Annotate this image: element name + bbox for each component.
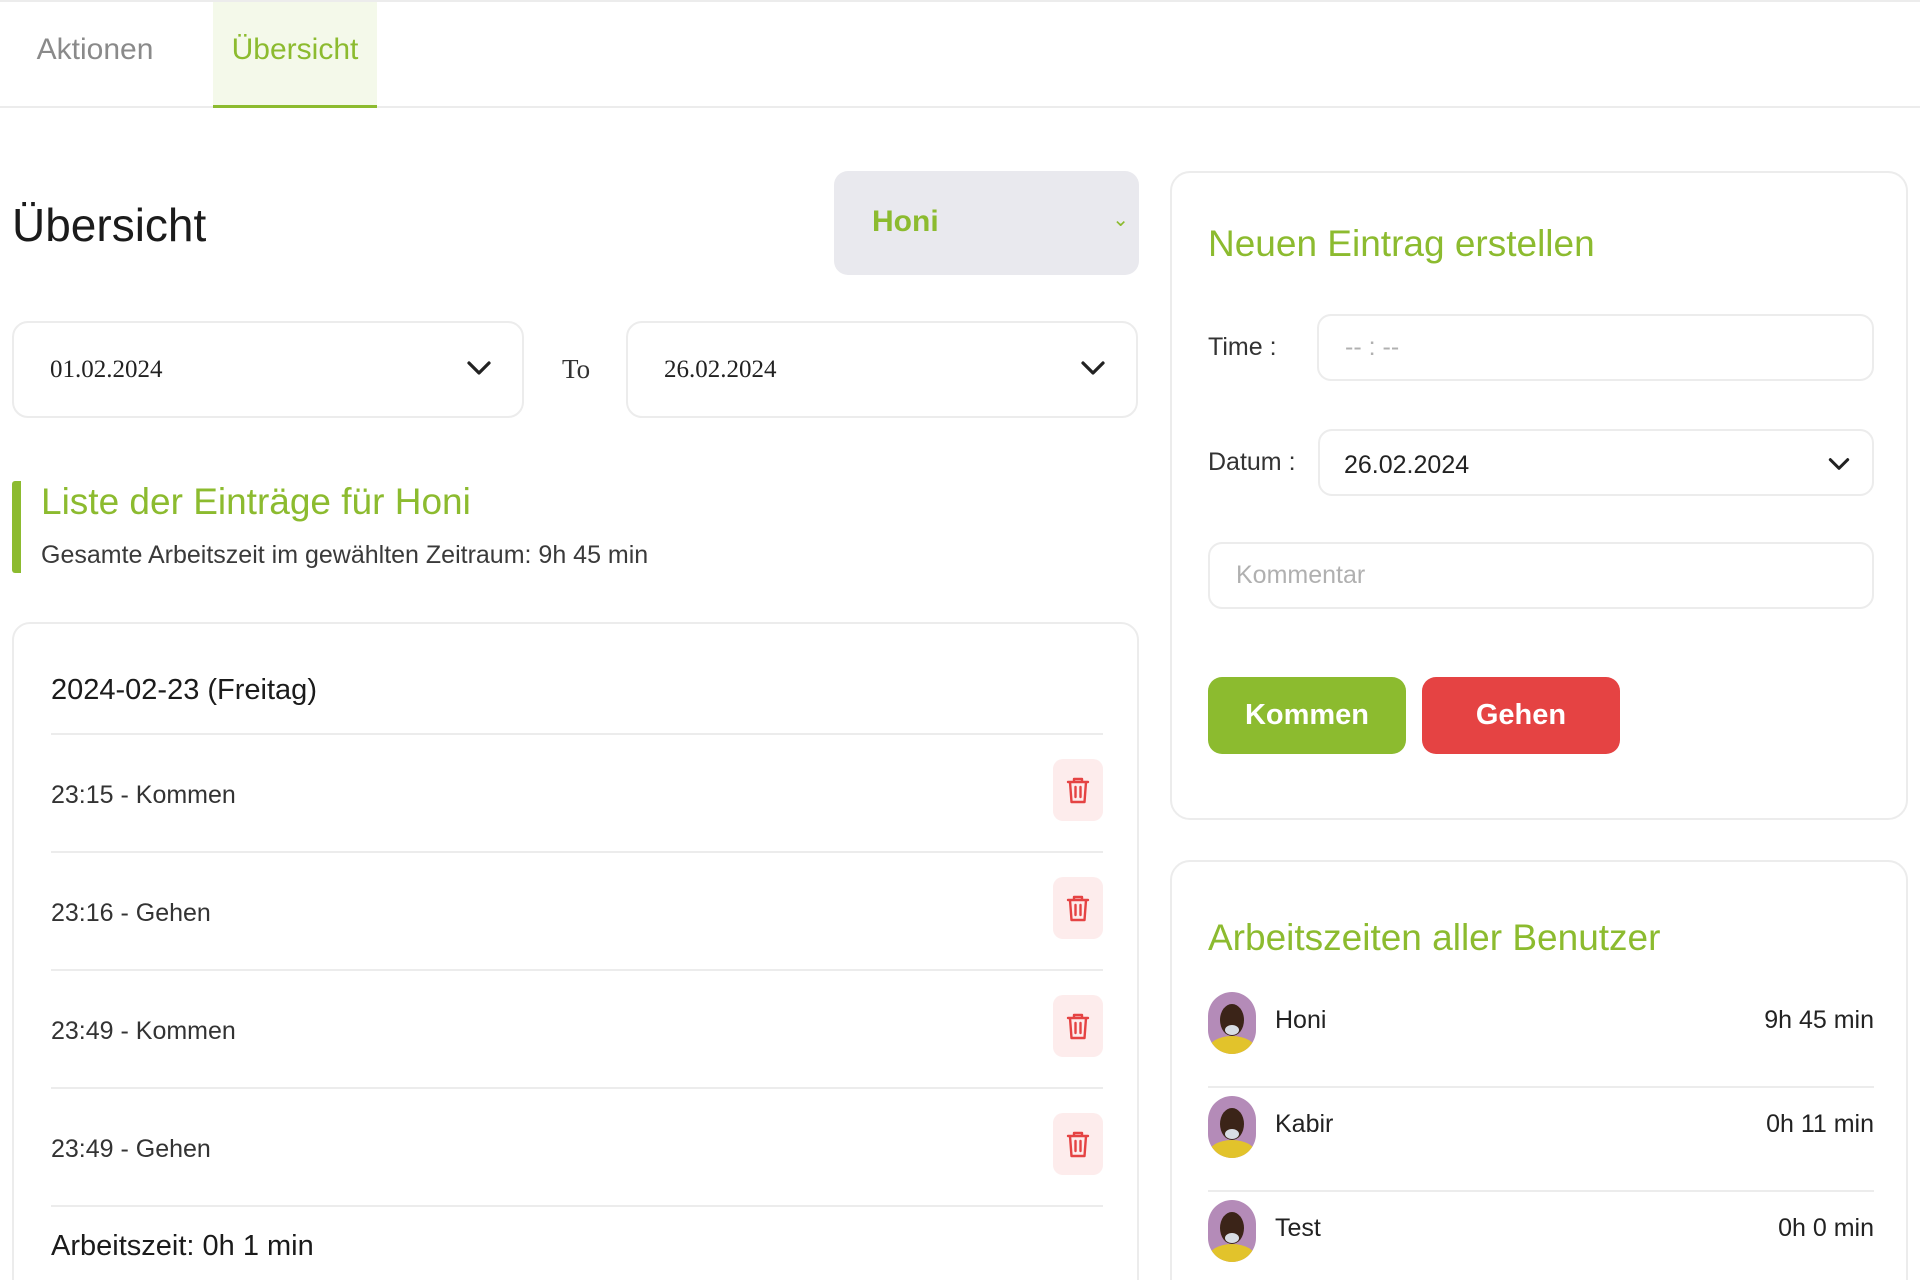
chevron-down-icon xyxy=(467,361,491,375)
time-label: Time : xyxy=(1208,333,1277,361)
user-name: Kabir xyxy=(1275,1110,1334,1138)
delete-entry-button[interactable] xyxy=(1053,995,1103,1057)
kommen-button[interactable]: Kommen xyxy=(1208,677,1406,754)
entry-text: 23:15 - Kommen xyxy=(51,781,236,809)
day-worktime: Arbeitszeit: 0h 1 min xyxy=(51,1230,314,1262)
trash-icon xyxy=(1066,895,1090,922)
date-from-value: 01.02.2024 xyxy=(50,356,163,383)
entries-card: 2024-02-23 (Freitag) 23:15 - Kommen 23:1… xyxy=(12,622,1139,1280)
trash-icon xyxy=(1066,1131,1090,1158)
user-row: Test 0h 0 min xyxy=(1208,1192,1874,1280)
entry-text: 23:49 - Kommen xyxy=(51,1017,236,1045)
date-to-value: 26.02.2024 xyxy=(664,356,777,383)
avatar xyxy=(1208,992,1256,1054)
user-name: Test xyxy=(1275,1214,1321,1242)
date-select[interactable]: 26.02.2024 xyxy=(1318,429,1874,496)
entries-list-title: Liste der Einträge für Honi xyxy=(41,481,471,522)
day-title: 2024-02-23 (Freitag) xyxy=(51,674,317,706)
new-entry-title: Neuen Eintrag erstellen xyxy=(1208,223,1595,264)
users-worktime-title: Arbeitszeiten aller Benutzer xyxy=(1208,917,1661,958)
date-to-select[interactable]: 26.02.2024 xyxy=(626,321,1138,418)
avatar xyxy=(1208,1200,1256,1262)
user-hours: 0h 11 min xyxy=(1766,1110,1874,1138)
delete-entry-button[interactable] xyxy=(1053,759,1103,821)
divider xyxy=(51,1205,1103,1207)
chevron-down-icon xyxy=(1081,361,1105,375)
user-hours: 0h 0 min xyxy=(1778,1214,1874,1242)
to-label: To xyxy=(562,354,591,384)
users-worktime-card: Arbeitszeiten aller Benutzer Honi 9h 45 … xyxy=(1170,860,1908,1280)
total-worktime-label: Gesamte Arbeitszeit im gewählten Zeitrau… xyxy=(41,541,649,569)
entry-text: 23:49 - Gehen xyxy=(51,1135,211,1163)
avatar xyxy=(1208,1096,1256,1158)
new-entry-card: Neuen Eintrag erstellen Time : Datum : 2… xyxy=(1170,171,1908,820)
user-row: Kabir 0h 11 min xyxy=(1208,1088,1874,1192)
entry-row: 23:16 - Gehen xyxy=(51,851,1103,969)
date-select-value: 26.02.2024 xyxy=(1344,451,1470,479)
user-name: Honi xyxy=(1275,1006,1327,1034)
trash-icon xyxy=(1066,777,1090,804)
delete-entry-button[interactable] xyxy=(1053,1113,1103,1175)
tab-bar: Aktionen Übersicht xyxy=(0,0,1920,108)
comment-input[interactable] xyxy=(1208,542,1874,609)
trash-icon xyxy=(1066,1013,1090,1040)
entries-list-header: Liste der Einträge für Honi Gesamte Arbe… xyxy=(12,481,1132,573)
chevron-down-icon: ⌄ xyxy=(1112,209,1129,231)
tab-aktionen[interactable]: Aktionen xyxy=(0,2,190,108)
user-select-value: Honi xyxy=(872,205,939,238)
page-title: Übersicht xyxy=(12,199,207,251)
user-row: Honi 9h 45 min xyxy=(1208,984,1874,1088)
entry-row: 23:49 - Gehen xyxy=(51,1087,1103,1205)
date-label: Datum : xyxy=(1208,448,1296,476)
user-select[interactable]: Honi ⌄ xyxy=(834,171,1139,275)
date-from-select[interactable]: 01.02.2024 xyxy=(12,321,524,418)
chevron-down-icon xyxy=(1828,458,1850,470)
entry-row: 23:49 - Kommen xyxy=(51,969,1103,1087)
tab-uebersicht[interactable]: Übersicht xyxy=(213,2,377,108)
entry-row: 23:15 - Kommen xyxy=(51,733,1103,851)
gehen-button[interactable]: Gehen xyxy=(1422,677,1620,754)
delete-entry-button[interactable] xyxy=(1053,877,1103,939)
time-input[interactable] xyxy=(1317,314,1874,381)
entry-text: 23:16 - Gehen xyxy=(51,899,211,927)
user-hours: 9h 45 min xyxy=(1764,1006,1874,1034)
